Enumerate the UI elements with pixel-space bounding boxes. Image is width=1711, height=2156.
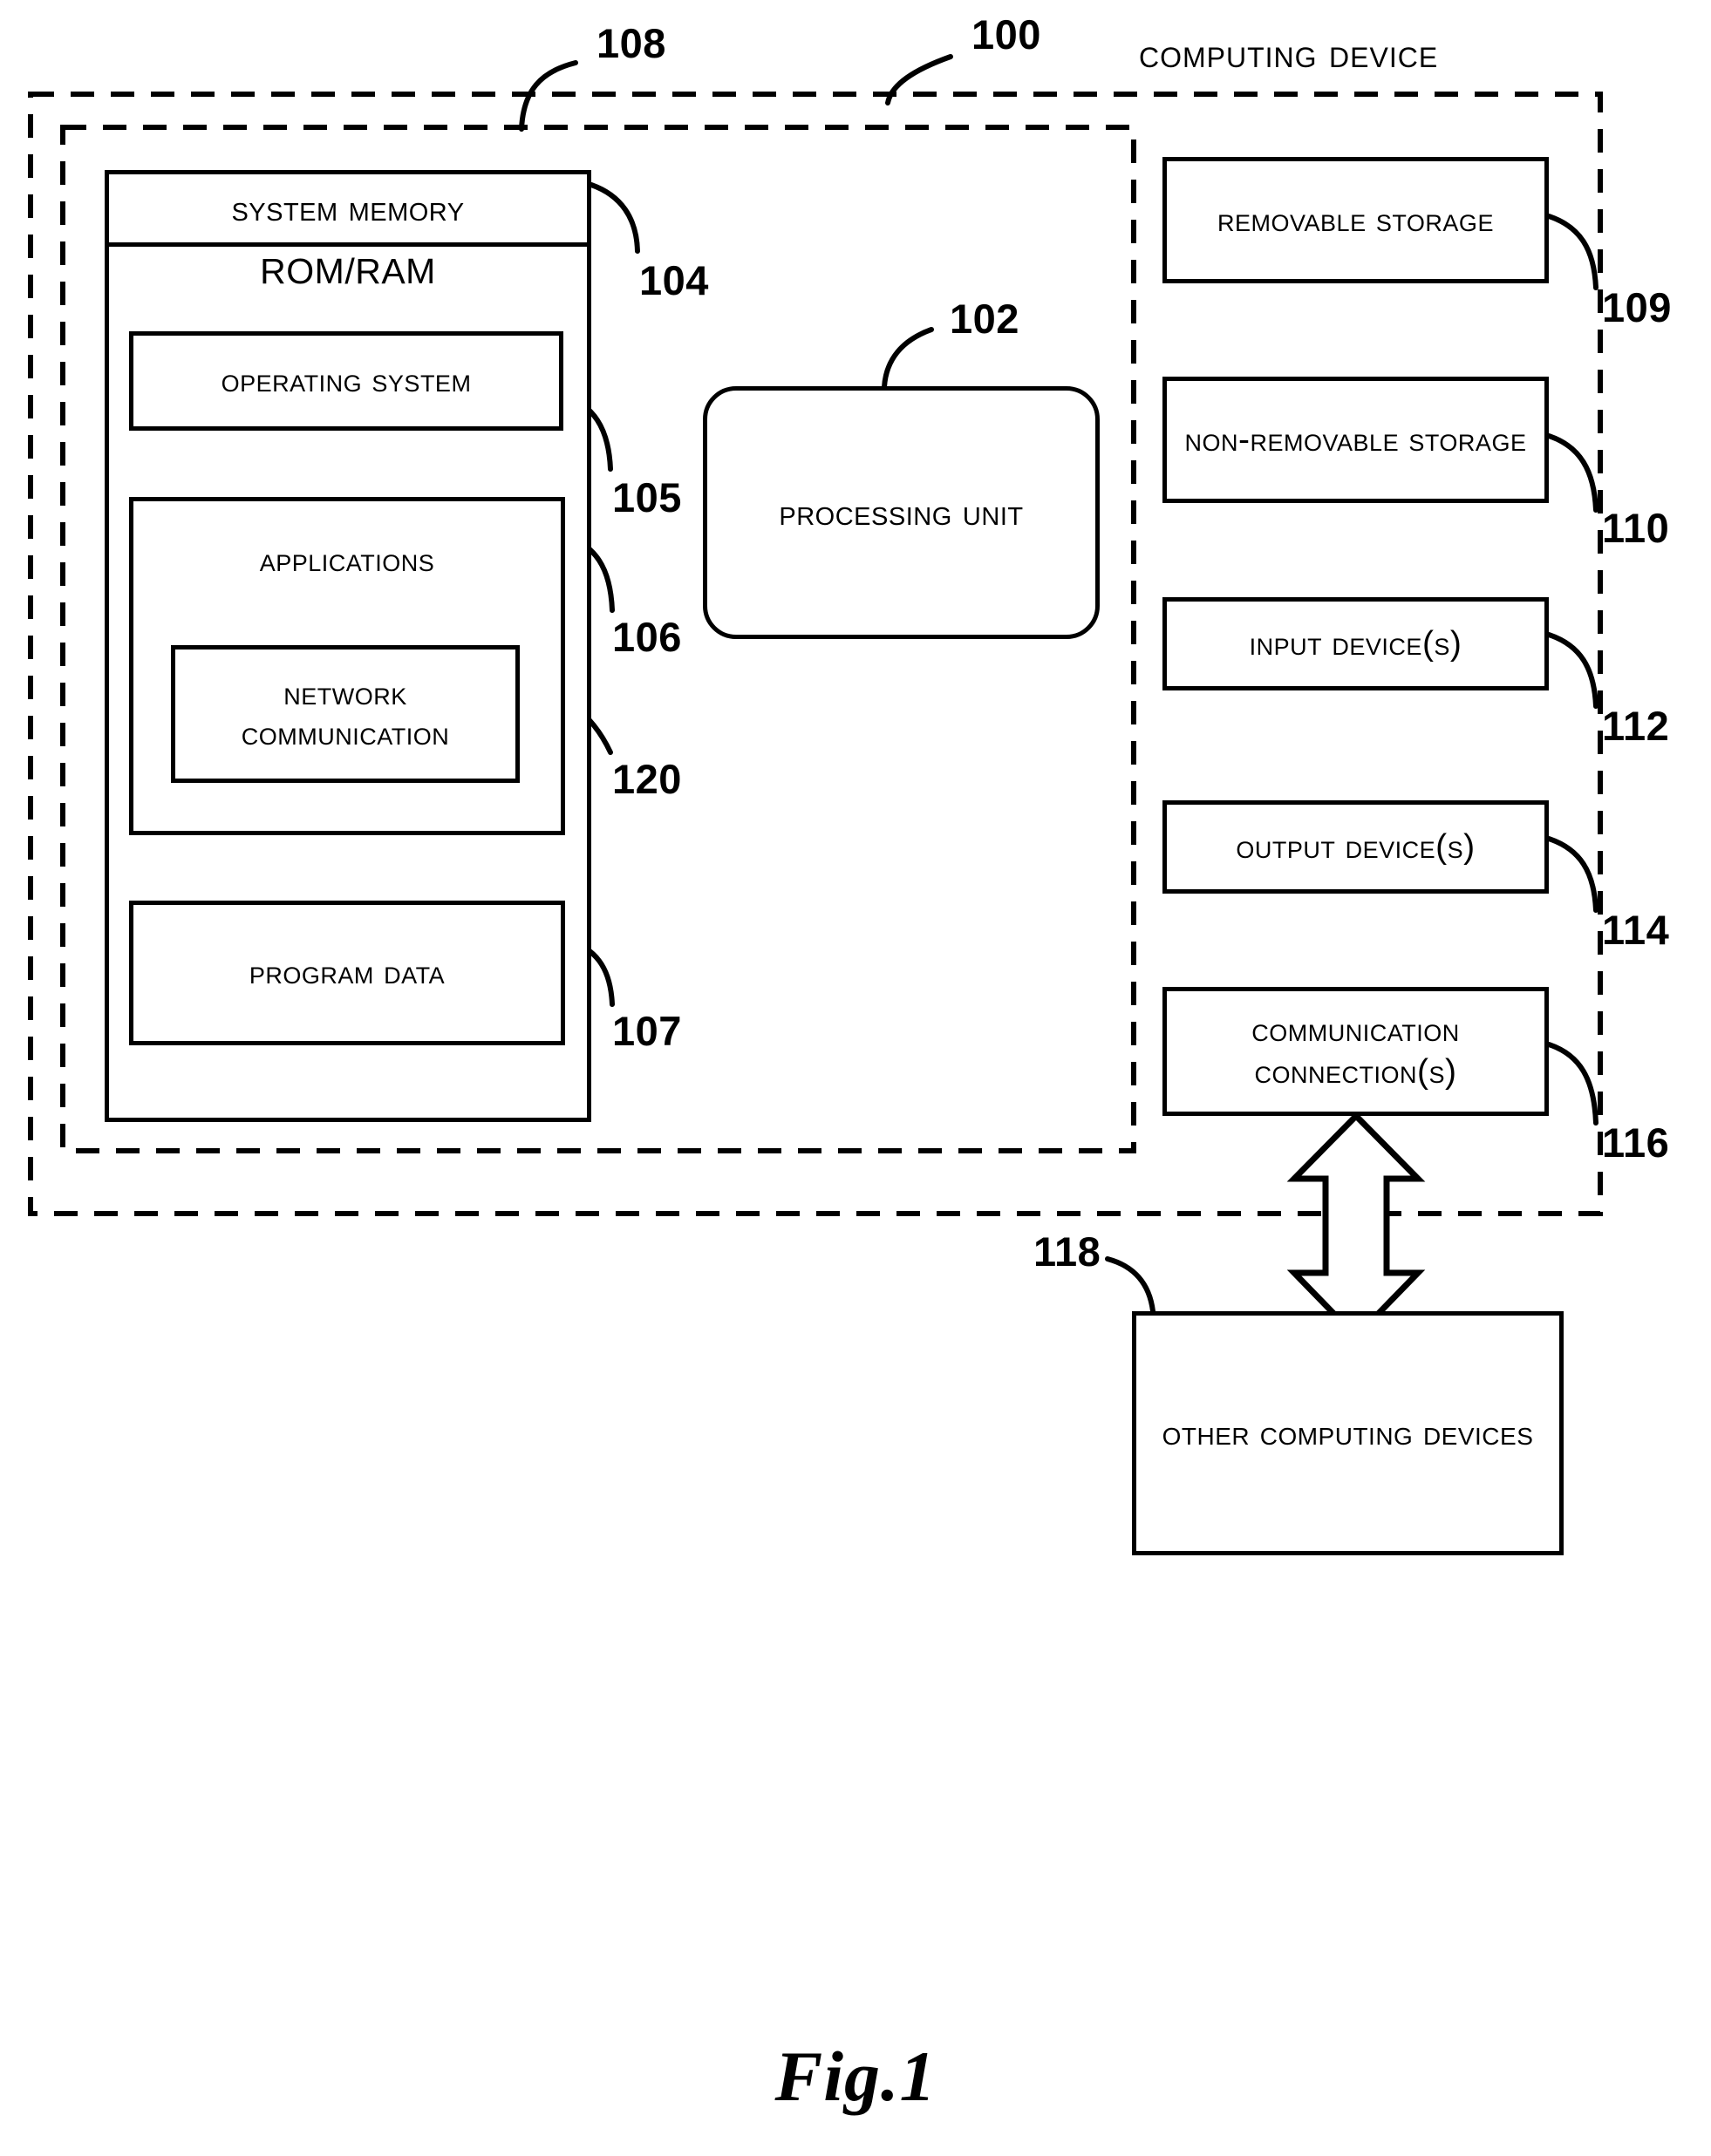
other-computing-devices-label: Other Computing Devices xyxy=(1162,1413,1534,1452)
input-devices-label: Input Device(s) xyxy=(1249,624,1462,663)
ref-numeral-102: 102 xyxy=(950,296,1019,342)
ref-numeral-116: 116 xyxy=(1602,1119,1670,1166)
ref-numeral-105: 105 xyxy=(612,474,682,520)
bidirectional-connection-arrow xyxy=(1286,1112,1426,1342)
network-communication-label: Network Communication xyxy=(241,675,450,752)
romram-label: ROM/RAM xyxy=(260,251,436,291)
ref-numeral-114: 114 xyxy=(1602,907,1670,953)
communication-connection-label: Communication Connection(s) xyxy=(1251,1011,1460,1091)
leader-line-116 xyxy=(1546,1042,1599,1126)
non-removable-storage-box: Non-Removable Storage xyxy=(1162,377,1549,503)
ref-numeral-106: 106 xyxy=(612,614,682,660)
input-devices-box: Input Device(s) xyxy=(1162,597,1549,690)
leader-line-104 xyxy=(589,182,640,254)
leader-line-112 xyxy=(1546,632,1599,709)
removable-storage-label: Removable Storage xyxy=(1217,201,1494,239)
operating-system-box: Operating System xyxy=(129,331,563,431)
page-title: Computing Device xyxy=(1139,31,1439,76)
leader-line-114 xyxy=(1546,836,1599,913)
patent-figure-1: Computing Device System Memory ROM/RAM O… xyxy=(0,0,1711,2156)
network-communication-box: Network Communication xyxy=(171,645,520,783)
ref-numeral-118: 118 xyxy=(1033,1228,1101,1275)
ref-numeral-112: 112 xyxy=(1602,703,1670,749)
program-data-box: Program Data xyxy=(129,901,565,1045)
system-memory-label: System Memory xyxy=(231,187,465,228)
leader-line-102 xyxy=(882,327,934,390)
ref-numeral-108: 108 xyxy=(596,20,666,66)
processing-unit-box: Processing Unit xyxy=(703,386,1100,639)
ref-numeral-110: 110 xyxy=(1602,505,1670,551)
processing-unit-label: Processing Unit xyxy=(779,492,1024,534)
figure-caption: Fig.1 xyxy=(774,2037,937,2116)
leader-line-118 xyxy=(1105,1256,1155,1314)
leader-line-109 xyxy=(1546,214,1599,290)
ref-numeral-109: 109 xyxy=(1602,284,1672,330)
ref-numeral-100: 100 xyxy=(971,11,1041,58)
ref-numeral-107: 107 xyxy=(612,1008,682,1054)
output-devices-box: Output Device(s) xyxy=(1162,800,1549,894)
removable-storage-box: Removable Storage xyxy=(1162,157,1549,283)
non-removable-storage-label: Non-Removable Storage xyxy=(1184,420,1527,459)
other-computing-devices-box: Other Computing Devices xyxy=(1132,1311,1564,1555)
operating-system-label: Operating System xyxy=(221,362,472,400)
ref-numeral-120: 120 xyxy=(612,756,682,802)
leader-line-110 xyxy=(1546,433,1599,513)
output-devices-label: Output Device(s) xyxy=(1236,827,1476,866)
applications-label: Applications xyxy=(259,541,435,579)
communication-connection-box: Communication Connection(s) xyxy=(1162,987,1549,1116)
ref-numeral-104: 104 xyxy=(639,257,709,303)
system-memory-header: System Memory xyxy=(109,174,587,247)
program-data-label: Program Data xyxy=(249,954,446,992)
